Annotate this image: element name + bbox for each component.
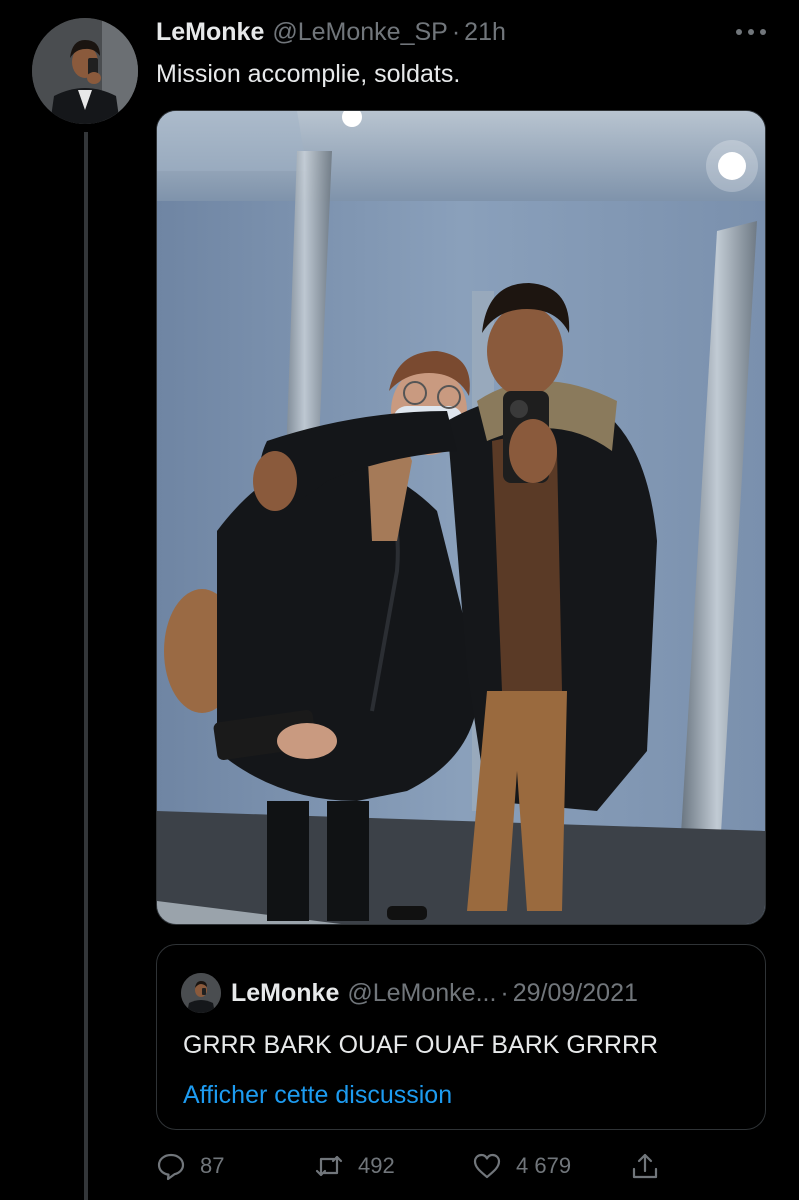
separator-dot: · — [451, 18, 461, 46]
quoted-tweet-header: LeMonke @LeMonke... · 29/09/2021 — [181, 973, 638, 1013]
quoted-handle: @LeMonke... — [347, 979, 497, 1007]
reply-icon — [157, 1153, 185, 1181]
show-thread-link[interactable]: Afficher cette discussion — [183, 1079, 452, 1111]
thread-line — [84, 132, 88, 1200]
retweet-count: 492 — [358, 1153, 395, 1178]
share-icon — [632, 1153, 658, 1179]
tweet-text: Mission accomplie, soldats. — [156, 60, 461, 88]
quoted-separator: · — [500, 979, 509, 1007]
reply-count: 87 — [200, 1153, 225, 1178]
share-button[interactable] — [630, 1146, 674, 1186]
display-name[interactable]: LeMonke — [156, 16, 264, 48]
retweet-button[interactable]: 492 — [314, 1146, 395, 1186]
action-bar: 87 492 4 679 — [156, 1146, 696, 1186]
like-count: 4 679 — [516, 1153, 572, 1178]
like-button[interactable]: 4 679 — [472, 1146, 571, 1186]
quoted-date: 29/09/2021 — [512, 979, 638, 1007]
more-icon[interactable] — [733, 20, 769, 44]
avatar[interactable] — [32, 18, 138, 124]
quoted-avatar — [181, 973, 221, 1013]
tweet-header: LeMonke @LeMonke_SP · 21h — [156, 16, 506, 48]
timestamp[interactable]: 21h — [464, 16, 506, 48]
tweet-container: LeMonke @LeMonke_SP · 21h Mission accomp… — [0, 0, 799, 1200]
like-icon — [473, 1153, 501, 1179]
quoted-text: GRRR BARK OUAF OUAF BARK GRRRR — [183, 1031, 659, 1059]
reply-button[interactable]: 87 — [156, 1146, 224, 1186]
quoted-tweet[interactable]: LeMonke @LeMonke... · 29/09/2021 GRRR BA… — [156, 944, 766, 1130]
retweet-icon — [315, 1155, 343, 1177]
tweet-photo[interactable] — [156, 110, 766, 925]
quoted-display-name: LeMonke — [231, 979, 340, 1007]
handle[interactable]: @LeMonke_SP — [272, 16, 447, 48]
